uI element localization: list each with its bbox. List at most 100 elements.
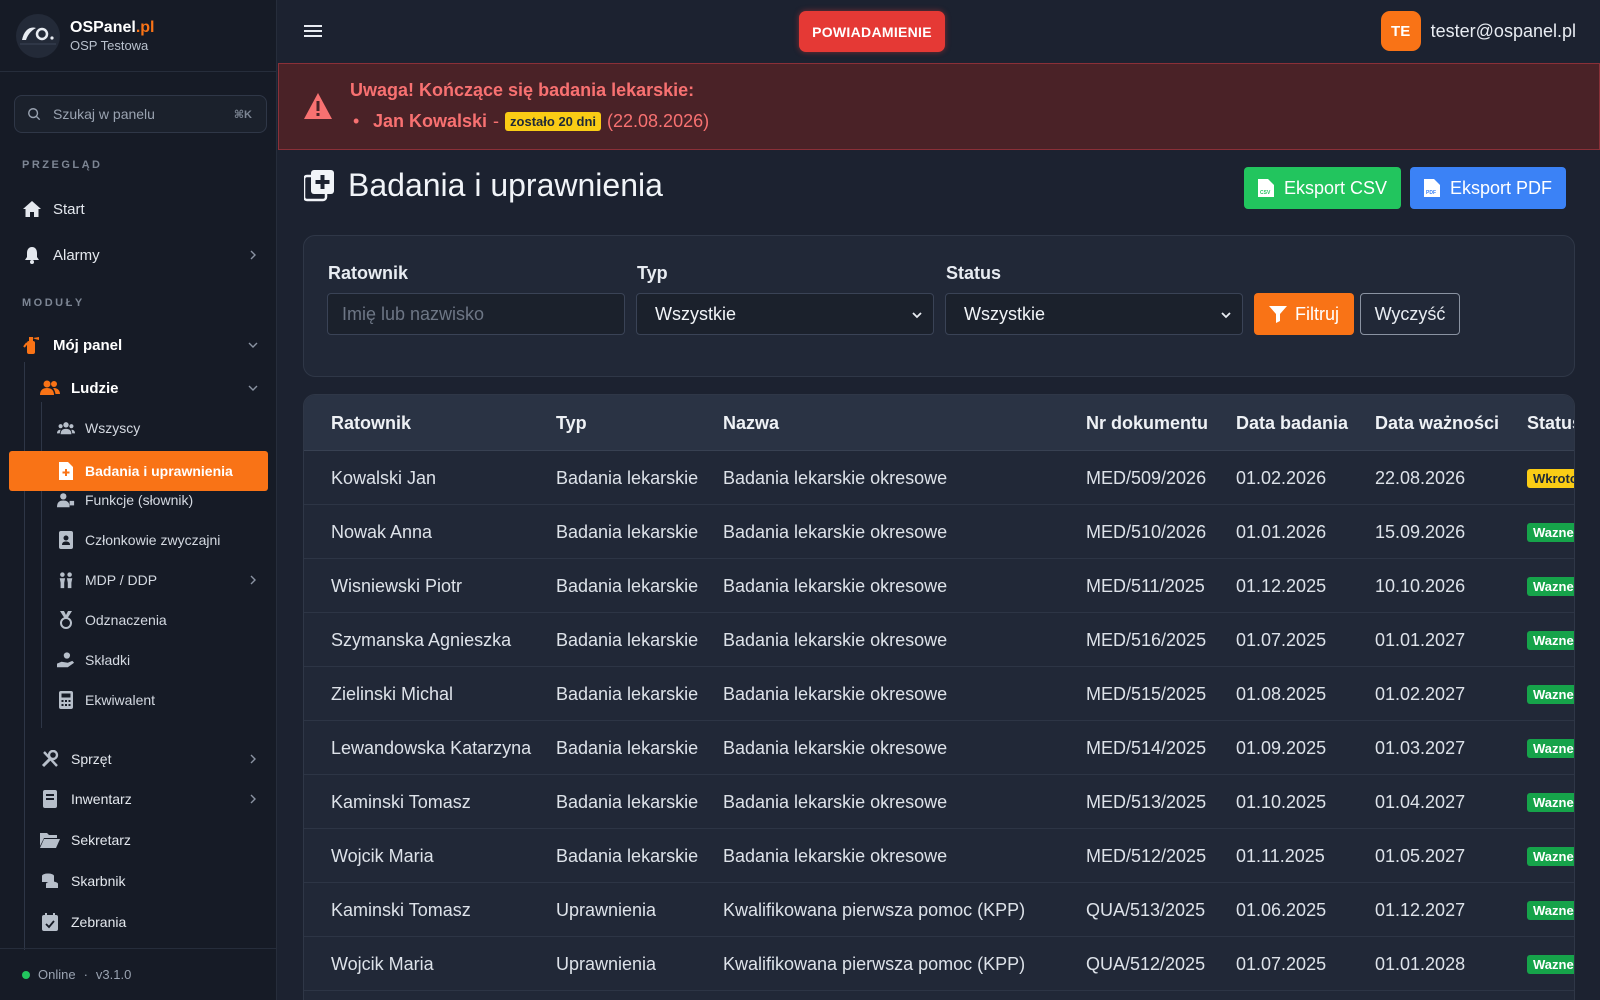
status-badge: Wazne [1527, 847, 1574, 866]
cell-typ: Uprawnienia [556, 900, 657, 920]
hamburger-menu-icon[interactable] [304, 22, 322, 40]
cell-ratownik: Kaminski Tomasz [331, 900, 471, 920]
page-title: Badania i uprawnienia [304, 167, 663, 204]
folder-open-icon [40, 830, 60, 850]
column-header-typ[interactable]: Typ [556, 413, 587, 434]
cell-typ: Badania lekarskie [556, 792, 699, 812]
sidebar-item-mdp-ddp[interactable]: MDP / DDP [57, 571, 258, 589]
hand-coin-icon [57, 651, 75, 669]
sidebar-item-members[interactable]: Członkowie zwyczajni [57, 531, 220, 549]
column-header-ratownik[interactable]: Ratownik [331, 413, 411, 434]
sidebar-item-all-people[interactable]: Wszyscy [57, 419, 140, 437]
column-header-nr-dokumentu[interactable]: Nr dokumentu [1086, 413, 1208, 434]
notification-button[interactable]: POWIADAMIENIE [799, 11, 945, 52]
brand[interactable]: OSPanel.pl OSP Testowa [0, 0, 276, 72]
search-shortcut: ⌘K [233, 108, 252, 121]
sidebar-item-equipment[interactable]: Sprzęt [40, 749, 258, 769]
sidebar-item-start[interactable]: Start [22, 199, 258, 219]
table-row[interactable]: Wisniewski Piotr Badania lekarskie Badan… [304, 559, 1574, 613]
fire-extinguisher-icon [22, 335, 42, 355]
sidebar-item-alarms[interactable]: Alarmy [22, 245, 258, 265]
chevron-down-icon [1221, 312, 1231, 319]
column-header-status[interactable]: Status [1527, 413, 1574, 434]
chevron-down-icon [912, 312, 922, 319]
expiring-alert: Uwaga! Kończące się badania lekarskie: •… [278, 63, 1600, 150]
sidebar-item-label: Ekwiwalent [85, 692, 156, 708]
column-header-nazwa[interactable]: Nazwa [723, 413, 779, 434]
sidebar-item-fees[interactable]: Składki [57, 651, 130, 669]
sidebar-item-people[interactable]: Ludzie [40, 378, 258, 398]
cell-nr-dokumentu: MED/509/2026 [1086, 468, 1207, 488]
sidebar-item-label: Alarmy [53, 246, 100, 264]
column-header-data-waznosci[interactable]: Data ważności [1375, 413, 1499, 434]
status-badge: Wazne [1527, 523, 1574, 542]
typ-select[interactable]: Wszystkie [636, 293, 934, 335]
sidebar-item-functions[interactable]: Funkcje (słownik) [57, 491, 193, 509]
cell-ratownik: Kaminski Tomasz [331, 792, 471, 812]
cell-data-waznosci: 01.01.2027 [1375, 630, 1466, 650]
cell-data-waznosci: 22.08.2026 [1375, 468, 1466, 488]
table-row[interactable]: Zielinski Michal Badania lekarskie Badan… [304, 667, 1574, 721]
sidebar-search-input[interactable]: Szukaj w panelu ⌘K [14, 95, 267, 133]
status-badge: Wkrotce [1527, 469, 1574, 488]
status-badge: Wazne [1527, 577, 1574, 596]
sidebar-item-inventory[interactable]: Inwentarz [40, 789, 258, 809]
sidebar-item-treasurer[interactable]: Skarbnik [40, 871, 258, 891]
table-row[interactable]: Wojcik Maria Uprawnienia Kwalifikowana p… [304, 937, 1574, 991]
sidebar-item-awards[interactable]: Odznaczenia [57, 611, 167, 629]
chevron-right-icon [250, 754, 256, 764]
cell-typ: Badania lekarskie [556, 576, 699, 596]
cell-nr-dokumentu: MED/514/2025 [1086, 738, 1207, 758]
sidebar-item-label: Wszyscy [85, 420, 141, 436]
sidebar-item-secretary[interactable]: Sekretarz [40, 830, 258, 850]
table-row[interactable]: Kaminski Tomasz Uprawnienia Kwalifikowan… [304, 883, 1574, 937]
chevron-right-icon [250, 794, 256, 804]
alert-item-date: (22.08.2026) [607, 111, 710, 131]
export-csv-button[interactable]: CSV Eksport CSV [1244, 167, 1401, 209]
days-left-badge: zostało 20 dni [505, 112, 602, 131]
online-status-dot [22, 970, 30, 979]
table-row[interactable]: Szymanska Agnieszka Badania lekarskie Ba… [304, 613, 1574, 667]
sidebar-item-label: Składki [85, 652, 131, 668]
cell-nazwa: Badania lekarskie okresowe [723, 576, 948, 596]
cell-ratownik: Kowalski Jan [331, 468, 437, 488]
sidebar-item-label: Zebrania [71, 914, 127, 930]
avatar: TE [1380, 11, 1421, 51]
status-select-value: Wszystkie [964, 303, 1045, 324]
filter-button[interactable]: Filtruj [1254, 293, 1354, 335]
cell-nr-dokumentu: MED/513/2025 [1086, 792, 1207, 812]
sidebar-item-equivalent[interactable]: Ekwiwalent [57, 691, 155, 709]
sidebar-item-label: Badania i uprawnienia [85, 463, 233, 479]
chevron-right-icon [250, 250, 256, 260]
sidebar-item-my-panel[interactable]: Mój panel [22, 335, 258, 355]
column-header-data-badania[interactable]: Data badania [1236, 413, 1348, 434]
ratownik-search-input[interactable]: Imię lub nazwisko [327, 293, 625, 335]
sidebar-item-label: Sprzęt [71, 751, 112, 767]
cell-typ: Badania lekarskie [556, 468, 699, 488]
table-row[interactable]: Nowak Anna Badania lekarskie Badania lek… [304, 505, 1574, 559]
cell-nazwa: Badania lekarskie okresowe [723, 792, 948, 812]
cell-nazwa: Kwalifikowana pierwsza pomoc (KPP) [723, 954, 1026, 974]
user-menu[interactable]: TE tester@ospanel.pl [1380, 11, 1576, 51]
status-badge: Wazne [1527, 955, 1574, 974]
export-pdf-button[interactable]: PDF Eksport PDF [1410, 167, 1566, 209]
status-select[interactable]: Wszystkie [945, 293, 1243, 335]
chevron-right-icon [250, 575, 256, 585]
table-row[interactable]: Kowalski Jan Badania lekarskie Badania l… [304, 451, 1574, 505]
export-csv-label: Eksport CSV [1283, 177, 1388, 198]
sidebar-item-label: Sekretarz [71, 832, 131, 848]
chevron-down-icon [248, 385, 258, 391]
calculator-icon [57, 691, 75, 709]
records-table: Ratownik Typ Nazwa Nr dokumentu Data bad… [303, 394, 1575, 1000]
table-row[interactable]: Kaminski Tomasz Badania lekarskie Badani… [304, 775, 1574, 829]
section-label-modules: MODUŁY [22, 297, 85, 309]
sidebar-item-meetings[interactable]: Zebrania [40, 912, 258, 932]
sidebar-item-badania[interactable]: Badania i uprawnienia [9, 451, 268, 491]
cell-nr-dokumentu: MED/510/2026 [1086, 522, 1207, 542]
sidebar-item-label: Start [53, 200, 85, 218]
cell-ratownik: Wojcik Maria [331, 846, 434, 866]
table-row[interactable]: Wojcik Maria Badania lekarskie Badania l… [304, 829, 1574, 883]
table-row[interactable]: Lewandowska Katarzyna Badania lekarskie … [304, 721, 1574, 775]
clear-button[interactable]: Wyczyść [1360, 293, 1460, 335]
children-icon [57, 571, 75, 589]
